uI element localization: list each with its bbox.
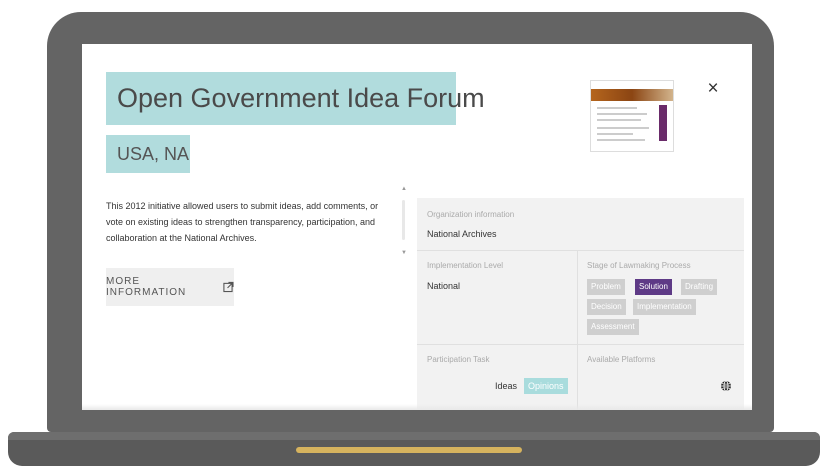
description-scrollbar[interactable]: ▲ ▼: [400, 186, 408, 256]
thumbnail-text-line: [597, 107, 637, 109]
scroll-thumb[interactable]: [402, 200, 405, 240]
thumbnail-text-line: [597, 133, 633, 135]
info-panel: Organization information National Archiv…: [417, 198, 744, 410]
org-info-value: National Archives: [427, 229, 497, 239]
laptop-screen: Open Government Idea Forum USA, NA This …: [82, 44, 752, 410]
more-information-label: MORE INFORMATION: [106, 276, 187, 298]
thumbnail-text-line: [597, 139, 645, 141]
scroll-down-arrow-icon[interactable]: ▼: [400, 250, 408, 256]
stage-tag-implementation: Implementation: [633, 299, 696, 315]
page-title: Open Government Idea Forum: [106, 72, 485, 125]
stage-tag-problem: Problem: [587, 279, 625, 295]
stage-tag-decision: Decision: [587, 299, 626, 315]
thumbnail-banner: [591, 89, 673, 101]
divider: [417, 250, 744, 251]
org-info-label: Organization information: [427, 210, 515, 219]
laptop-base-top: [8, 432, 820, 440]
task-tag-ideas: Ideas: [491, 378, 522, 394]
bottom-fade: [82, 404, 752, 410]
thumbnail-sidebar: [659, 105, 667, 141]
close-button[interactable]: ×: [702, 78, 724, 100]
task-tag-opinions: Opinions: [524, 378, 568, 394]
more-information-button[interactable]: MORE INFORMATION: [106, 268, 234, 306]
thumbnail-text-line: [597, 127, 649, 129]
globe-icon: [721, 380, 731, 392]
page-subtitle: USA, NA: [106, 135, 190, 173]
implementation-level-label: Implementation Level: [427, 261, 504, 270]
implementation-level-value: National: [427, 281, 461, 291]
external-link-icon: [223, 281, 234, 293]
initiative-description: This 2012 initiative allowed users to su…: [106, 201, 379, 243]
stage-tag-drafting: Drafting: [681, 279, 718, 295]
stage-tag-solution: Solution: [635, 279, 672, 295]
laptop-hinge-accent: [296, 447, 522, 453]
website-preview-thumbnail[interactable]: [590, 80, 674, 152]
participation-task-label: Participation Task: [427, 355, 490, 364]
divider: [417, 344, 744, 345]
scroll-up-arrow-icon[interactable]: ▲: [400, 186, 408, 192]
lawmaking-stage-label: Stage of Lawmaking Process: [587, 261, 691, 270]
thumbnail-text-line: [597, 119, 641, 121]
divider: [577, 250, 578, 410]
thumbnail-text-line: [597, 113, 647, 115]
available-platforms-label: Available Platforms: [587, 355, 656, 364]
stage-tag-assessment: Assessment: [587, 319, 639, 335]
